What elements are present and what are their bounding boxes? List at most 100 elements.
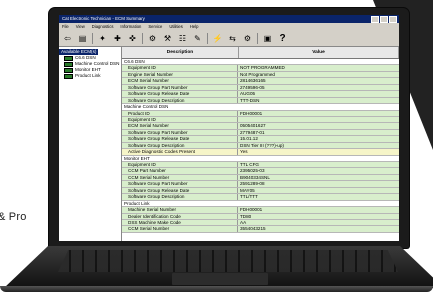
value-cell: 2749596-05 xyxy=(240,84,265,90)
description-cell: Active Diagnostic Codes Present xyxy=(122,149,238,155)
description-cell: CCM Part Number xyxy=(122,168,238,174)
description-cell: Equipment ID xyxy=(122,162,238,168)
menu-diagnostics[interactable]: Diagnostics xyxy=(92,23,114,30)
menu-information[interactable]: Information xyxy=(120,23,141,30)
description-header[interactable]: Description xyxy=(122,47,239,58)
summary-grid: Description Value C6.6 DSN Equipment ID NO… xyxy=(122,47,399,241)
flash-icon[interactable]: ⚡ xyxy=(212,33,223,44)
menu-service[interactable]: Service xyxy=(148,23,162,30)
value-cell xyxy=(238,117,399,122)
menu-help[interactable]: Help xyxy=(190,23,199,30)
value-cell: TD80 xyxy=(240,213,252,219)
toolbar-separator xyxy=(207,32,208,44)
description-cell: Monitor EHT xyxy=(124,155,150,161)
value-header[interactable]: Value xyxy=(239,47,399,58)
value-cell: 3554043215 xyxy=(240,226,266,232)
table-row[interactable]: CCM Serial Number 3554043215 xyxy=(122,226,399,233)
menu-view[interactable]: View xyxy=(76,23,85,30)
value-cell: Yes xyxy=(238,149,399,155)
menu-bar: File View Diagnostics Information Servic… xyxy=(59,23,399,30)
toolbar: ⇦ ▤ ✦ ✚ ✜ ⚙ ⚒ ☷ ✎ ⚡ ⇆ ⚙ ▣ ? xyxy=(59,30,399,47)
edit-icon[interactable]: ✎ xyxy=(192,33,203,44)
grid-rows: C6.6 DSN Equipment ID NOT PROGRAMMED Engine… xyxy=(122,59,399,233)
main-area: Available ECM(s) C6.6 DSN Machine Contro… xyxy=(59,47,399,241)
description-cell: Machine Serial Number xyxy=(122,207,238,213)
settings-icon[interactable]: ⚙ xyxy=(242,33,253,44)
toolbar-separator xyxy=(92,32,93,44)
keyboard xyxy=(58,250,398,272)
tree-item[interactable]: Product Link xyxy=(59,73,121,79)
description-cell: Product ID xyxy=(122,110,238,116)
grid-header: Description Value xyxy=(122,47,399,59)
window-icon[interactable]: ▣ xyxy=(262,33,273,44)
diagnostics-icon[interactable]: ✚ xyxy=(112,33,123,44)
events-icon[interactable]: ✜ xyxy=(127,33,138,44)
side-caption: & Pro xyxy=(0,211,27,223)
config-icon[interactable]: ☷ xyxy=(177,33,188,44)
value-cell: FDH00001 xyxy=(240,110,263,116)
value-cell: 15.01.12 xyxy=(240,136,258,142)
tests-icon[interactable]: ⚒ xyxy=(162,33,173,44)
value-cell: B9040334SNL xyxy=(240,174,270,180)
value-cell: AUG05 xyxy=(240,91,256,97)
close-button[interactable] xyxy=(389,16,397,23)
toolbar-separator xyxy=(142,32,143,44)
ecm-icon xyxy=(64,61,73,67)
value-cell: MAY05 xyxy=(240,187,255,193)
window-titlebar: Cat Electronic Technician - ECM Summary xyxy=(59,15,399,23)
print-icon[interactable]: ▤ xyxy=(77,33,88,44)
value-cell: DSN Tier III (???)-up) xyxy=(240,142,284,148)
description-cell: DSS Machine Make Code xyxy=(122,219,238,226)
status-icon[interactable]: ✦ xyxy=(97,33,108,44)
ecm-icon xyxy=(64,55,73,61)
laptop-screen: Cat Electronic Technician - ECM Summary … xyxy=(59,15,399,241)
value-cell: FDH00001 xyxy=(240,207,263,213)
description-cell: CCM Serial Number xyxy=(122,174,238,181)
value-cell: AA xyxy=(240,219,247,225)
description-cell: Software Group Release Date xyxy=(122,91,238,97)
value-cell: 2591289-08 xyxy=(240,181,265,187)
help-icon[interactable]: ? xyxy=(277,33,288,44)
toolbar-separator xyxy=(257,32,258,44)
description-cell: Software Group Part Number xyxy=(122,84,238,91)
value-cell: 2814636165 xyxy=(240,78,266,84)
description-cell: ECM Serial Number xyxy=(122,123,238,129)
menu-file[interactable]: File xyxy=(62,23,69,30)
value-cell: TTL CFG xyxy=(240,162,259,167)
description-cell: CCM Serial Number xyxy=(122,226,238,232)
description-cell: Software Group Part Number xyxy=(122,181,238,187)
value-cell: 2395025-03 xyxy=(240,168,265,174)
description-cell: Software Group Description xyxy=(122,194,238,200)
description-cell: Software Group Description xyxy=(122,142,238,149)
description-cell: Equipment ID xyxy=(122,65,238,71)
ecm-icon xyxy=(64,73,73,79)
description-cell: Equipment ID xyxy=(122,116,238,123)
menu-utilities[interactable]: Utilities xyxy=(169,23,183,30)
laptop-front-edge xyxy=(0,286,433,292)
back-icon[interactable]: ⇦ xyxy=(62,33,73,44)
value-cell: Not Programmed xyxy=(240,71,275,77)
description-cell: Software Group Part Number xyxy=(122,129,238,136)
description-cell: Product Link xyxy=(124,200,150,206)
window-title: Cat Electronic Technician - ECM Summary xyxy=(62,16,145,21)
maximize-button[interactable] xyxy=(380,16,388,23)
trackpad xyxy=(172,273,268,285)
value-cell: NOT PROGRAMMED xyxy=(240,65,285,71)
connect-icon[interactable]: ⇆ xyxy=(227,33,238,44)
value-cell: 2779487-01 xyxy=(240,129,265,135)
description-cell: Machine Control DSN xyxy=(124,104,169,110)
ecm-icon xyxy=(64,67,73,73)
window-controls xyxy=(371,16,397,23)
value-cell: TTL/TTT xyxy=(240,194,258,200)
description-cell: Software Group Release Date xyxy=(122,136,238,142)
description-cell: C6.6 DSN xyxy=(124,59,145,64)
description-cell: Dealer Identification Code xyxy=(122,213,238,219)
description-cell: Software Group Description xyxy=(122,97,238,104)
ecm-tree: Available ECM(s) C6.6 DSN Machine Contro… xyxy=(59,47,122,241)
value-cell: 0505401627 xyxy=(240,123,266,129)
calibration-icon[interactable]: ⚙ xyxy=(147,33,158,44)
value-cell: TTT-DSN xyxy=(240,97,260,103)
description-cell: Software Group Release Date xyxy=(122,187,238,194)
minimize-button[interactable] xyxy=(371,16,379,23)
description-cell: Engine Serial Number xyxy=(122,71,238,78)
